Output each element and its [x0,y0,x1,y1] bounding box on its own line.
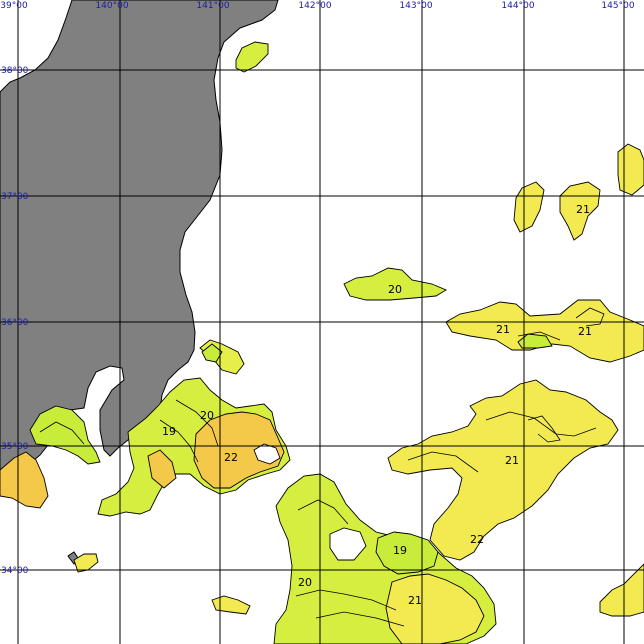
latitude-label: 36°00 [1,318,29,328]
map-canvas: 39°00 140°00 141°00 142°00 143°00 144°00… [0,0,644,644]
sst-patch [599,563,644,617]
latitude-label: 35°00 [1,442,29,452]
latitude-label: 37°00 [1,192,29,202]
longitude-label: 142°00 [298,1,331,11]
sst-map: 39°00 140°00 141°00 142°00 143°00 144°00… [0,0,644,644]
latitude-label: 34°00 [1,566,29,576]
sst-patch [617,143,644,196]
contour-value-label: 19 [162,425,176,438]
longitude-label: 141°00 [196,1,229,11]
contour-value-label: 22 [470,533,484,546]
contour-value-label: 20 [388,283,402,296]
latitude-label: 38°00 [1,66,29,76]
sst-patch [235,41,269,73]
longitude-label: 145°00 [601,1,634,11]
sst-patch [445,299,644,363]
contour-value-label: 21 [578,325,592,338]
contour-value-label: 21 [408,594,422,607]
longitude-label: 39°00 [0,1,28,11]
contour-value-label: 19 [393,544,407,557]
longitude-labels: 39°00 140°00 141°00 142°00 143°00 144°00… [0,1,635,11]
contour-value-label: 21 [496,323,510,336]
contour-value-label: 21 [576,203,590,216]
sst-patch [513,181,545,233]
contour-value-label: 22 [224,451,238,464]
longitude-label: 140°00 [95,1,128,11]
longitude-label: 144°00 [501,1,534,11]
longitude-label: 143°00 [399,1,432,11]
sst-patch [29,405,101,465]
contour-value-label: 20 [200,409,214,422]
contour-value-label: 21 [505,454,519,467]
contour-value-label: 20 [298,576,312,589]
sst-patch [211,595,251,615]
